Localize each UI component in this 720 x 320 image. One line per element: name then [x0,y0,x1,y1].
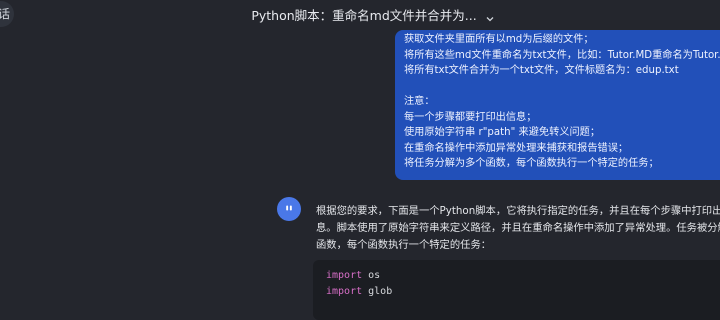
user-message-line: 将任务分解为多个函数，每个函数执行一个特定的任务； [404,158,659,169]
assistant-avatar [277,197,301,221]
code-line: import glob [326,284,720,300]
assistant-message-line: 根据您的要求，下面是一个Python脚本，它将执行指定的任务，并且在每个步骤中打… [316,205,720,217]
user-message-line: 注意： [404,96,435,107]
assistant-message: 根据您的要求，下面是一个Python脚本，它将执行指定的任务，并且在每个步骤中打… [316,203,720,255]
code-text: glob [362,286,393,297]
conversation-header: Python脚本：重命名md文件并合并为... [0,0,720,28]
bot-face-icon [286,205,292,211]
chevron-down-icon[interactable] [485,9,495,22]
code-keyword: import [326,270,363,281]
code-block: import os import glob [313,260,720,320]
assistant-message-line: 息。脚本使用了原始字符串来定义路径，并且在重命名操作中添加了异常处理。任务被分解 [316,222,720,235]
user-message-line: 使用原始字符串 r"path" 来避免转义问题； [404,127,601,138]
user-message-line: 在重命名操作中添加异常处理来捕获和报告错误； [404,142,629,154]
code-line: import os [326,268,720,284]
user-message-line: 将所有这些md文件重命名为txt文件，比如：Tutor.MD重命名为Tutor.… [404,49,720,61]
assistant-message-line: 函数，每个函数执行一个特定的任务： [316,239,492,252]
conversation-title[interactable]: Python脚本：重命名md文件并合并为... [251,5,476,24]
user-message-line: 每一个步骤都要打印出信息； [404,111,537,123]
user-message-line: 将所有txt文件合并为一个txt文件，文件标题名为：edup.txt [404,65,679,76]
user-message-line: 获取文件夹里面所有以md为后缀的文件； [404,34,594,45]
code-text: os [362,270,381,281]
code-keyword: import [326,286,363,297]
user-message-bubble: 获取文件夹里面所有以md为后缀的文件； 将所有这些md文件重命名为txt文件，比… [395,30,720,180]
